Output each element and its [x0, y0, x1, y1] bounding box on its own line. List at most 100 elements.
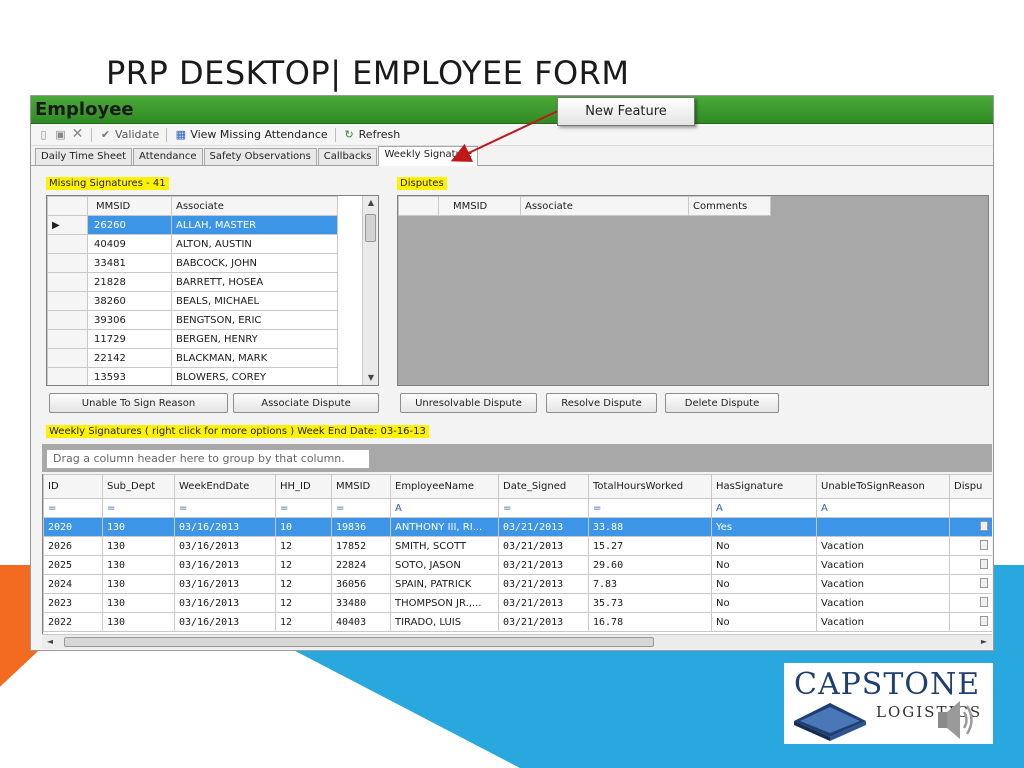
- row-header[interactable]: [47, 291, 88, 311]
- tab-daily-time-sheet[interactable]: Daily Time Sheet: [35, 148, 133, 165]
- cell-associate[interactable]: BLOWERS, COREY: [171, 367, 338, 385]
- cell-mmsid[interactable]: 13593: [87, 367, 172, 385]
- column-header-associate[interactable]: Associate: [171, 196, 338, 216]
- cell-employee-name[interactable]: SOTO, JASON: [390, 555, 499, 575]
- cell-week-end-date[interactable]: 03/16/2013: [174, 612, 276, 632]
- cell-associate[interactable]: BLACKMAN, MARK: [171, 348, 338, 368]
- scroll-right-icon[interactable]: ►: [976, 635, 992, 648]
- table-row[interactable]: 33481 BABCOCK, JOHN: [47, 253, 338, 273]
- cell-mmsid[interactable]: 33480: [331, 593, 391, 613]
- filter-cell[interactable]: =: [498, 498, 589, 518]
- cell-mmsid[interactable]: 33481: [87, 253, 172, 273]
- cell-sub-dept[interactable]: 130: [102, 574, 175, 594]
- audio-speaker-icon[interactable]: [936, 695, 976, 745]
- table-row[interactable]: 2026 130 03/16/2013 12 17852 SMITH, SCOTT 03/2…: [43, 536, 992, 556]
- table-row[interactable]: 13593 BLOWERS, COREY: [47, 367, 338, 385]
- row-header[interactable]: [47, 310, 88, 330]
- scroll-down-icon[interactable]: ▼: [363, 371, 378, 385]
- filter-cell[interactable]: =: [331, 498, 391, 518]
- scrollbar-thumb[interactable]: [64, 637, 654, 647]
- cell-hh-id[interactable]: 12: [275, 555, 332, 575]
- scrollbar-thumb[interactable]: [365, 214, 376, 242]
- column-header-dispute[interactable]: Dispu: [949, 474, 992, 499]
- cell-mmsid[interactable]: 40409: [87, 234, 172, 254]
- cell-unable-reason[interactable]: Vacation: [816, 593, 950, 613]
- cell-total-hours[interactable]: 16.78: [588, 612, 712, 632]
- cell-total-hours[interactable]: 33.88: [588, 517, 712, 537]
- horizontal-scrollbar[interactable]: ◄ ►: [42, 634, 992, 649]
- cell-mmsid[interactable]: 21828: [87, 272, 172, 292]
- cell-date-signed[interactable]: 03/21/2013: [498, 536, 589, 556]
- cell-date-signed[interactable]: 03/21/2013: [498, 555, 589, 575]
- cell-mmsid[interactable]: 26260: [87, 215, 172, 235]
- column-header-unable-reason[interactable]: UnableToSignReason: [816, 474, 950, 499]
- cell-employee-name[interactable]: THOMPSON JR.,...: [390, 593, 499, 613]
- cell-total-hours[interactable]: 35.73: [588, 593, 712, 613]
- cell-week-end-date[interactable]: 03/16/2013: [174, 555, 276, 575]
- cell-unable-reason[interactable]: Vacation: [816, 574, 950, 594]
- cell-sub-dept[interactable]: 130: [102, 593, 175, 613]
- cell-id[interactable]: 2025: [43, 555, 103, 575]
- dispute-checkbox[interactable]: [949, 517, 992, 537]
- cell-week-end-date[interactable]: 03/16/2013: [174, 517, 276, 537]
- dispute-checkbox[interactable]: [949, 612, 992, 632]
- cell-associate[interactable]: ALLAH, MASTER: [171, 215, 338, 235]
- cell-has-signature[interactable]: Yes: [711, 517, 817, 537]
- column-header-total-hours[interactable]: TotalHoursWorked: [588, 474, 712, 499]
- cell-mmsid[interactable]: 11729: [87, 329, 172, 349]
- column-header-comments[interactable]: Comments: [688, 196, 771, 216]
- cell-id[interactable]: 2022: [43, 612, 103, 632]
- cell-mmsid[interactable]: 36056: [331, 574, 391, 594]
- delete-dispute-button[interactable]: Delete Dispute: [665, 393, 779, 413]
- save-icon[interactable]: ▣: [54, 128, 67, 141]
- dispute-checkbox[interactable]: [949, 574, 992, 594]
- cell-id[interactable]: 2020: [43, 517, 103, 537]
- cell-associate[interactable]: BABCOCK, JOHN: [171, 253, 338, 273]
- vertical-scrollbar[interactable]: ▲ ▼: [362, 196, 378, 385]
- dispute-checkbox[interactable]: [949, 555, 992, 575]
- table-row[interactable]: 39306 BENGTSON, ERIC: [47, 310, 338, 330]
- column-header-id[interactable]: ID: [43, 474, 103, 499]
- table-row[interactable]: 2024 130 03/16/2013 12 36056 SPAIN, PATRICK 03…: [43, 574, 992, 594]
- cell-has-signature[interactable]: No: [711, 536, 817, 556]
- scroll-left-icon[interactable]: ◄: [42, 635, 58, 648]
- cell-hh-id[interactable]: 12: [275, 593, 332, 613]
- table-row[interactable]: 2023 130 03/16/2013 12 33480 THOMPSON JR.,...…: [43, 593, 992, 613]
- cell-sub-dept[interactable]: 130: [102, 555, 175, 575]
- table-row[interactable]: 2022 130 03/16/2013 12 40403 TIRADO, LUIS 03/2…: [43, 612, 992, 632]
- cell-associate[interactable]: BEALS, MICHAEL: [171, 291, 338, 311]
- cell-mmsid[interactable]: 38260: [87, 291, 172, 311]
- cell-sub-dept[interactable]: 130: [102, 612, 175, 632]
- row-header[interactable]: [47, 272, 88, 292]
- tab-callbacks[interactable]: Callbacks: [317, 148, 378, 165]
- scroll-up-icon[interactable]: ▲: [363, 196, 378, 210]
- filter-cell[interactable]: =: [174, 498, 276, 518]
- refresh-button[interactable]: ↻ Refresh: [343, 128, 401, 141]
- cell-total-hours[interactable]: 29.60: [588, 555, 712, 575]
- cell-has-signature[interactable]: No: [711, 574, 817, 594]
- table-row[interactable]: 38260 BEALS, MICHAEL: [47, 291, 338, 311]
- column-header-employee-name[interactable]: EmployeeName: [390, 474, 499, 499]
- cell-associate[interactable]: BENGTSON, ERIC: [171, 310, 338, 330]
- cell-date-signed[interactable]: 03/21/2013: [498, 517, 589, 537]
- column-header-mmsid[interactable]: MMSID: [438, 196, 521, 216]
- cell-id[interactable]: 2023: [43, 593, 103, 613]
- cell-unable-reason[interactable]: Vacation: [816, 555, 950, 575]
- cell-unable-reason[interactable]: Vacation: [816, 536, 950, 556]
- cell-mmsid[interactable]: 22824: [331, 555, 391, 575]
- cell-id[interactable]: 2026: [43, 536, 103, 556]
- cell-hh-id[interactable]: 12: [275, 536, 332, 556]
- cell-unable-reason[interactable]: Vacation: [816, 612, 950, 632]
- cell-total-hours[interactable]: 7.83: [588, 574, 712, 594]
- view-missing-attendance-button[interactable]: ▦ View Missing Attendance: [174, 128, 328, 141]
- new-document-icon[interactable]: ▯: [37, 128, 50, 141]
- table-row[interactable]: ▶ 26260 ALLAH, MASTER: [47, 215, 338, 235]
- dispute-checkbox[interactable]: [949, 536, 992, 556]
- column-header-sub-dept[interactable]: Sub_Dept: [102, 474, 175, 499]
- row-header[interactable]: [47, 253, 88, 273]
- cell-employee-name[interactable]: SPAIN, PATRICK: [390, 574, 499, 594]
- cell-employee-name[interactable]: SMITH, SCOTT: [390, 536, 499, 556]
- cell-week-end-date[interactable]: 03/16/2013: [174, 593, 276, 613]
- resolve-dispute-button[interactable]: Resolve Dispute: [546, 393, 657, 413]
- column-header-week-end-date[interactable]: WeekEndDate: [174, 474, 276, 499]
